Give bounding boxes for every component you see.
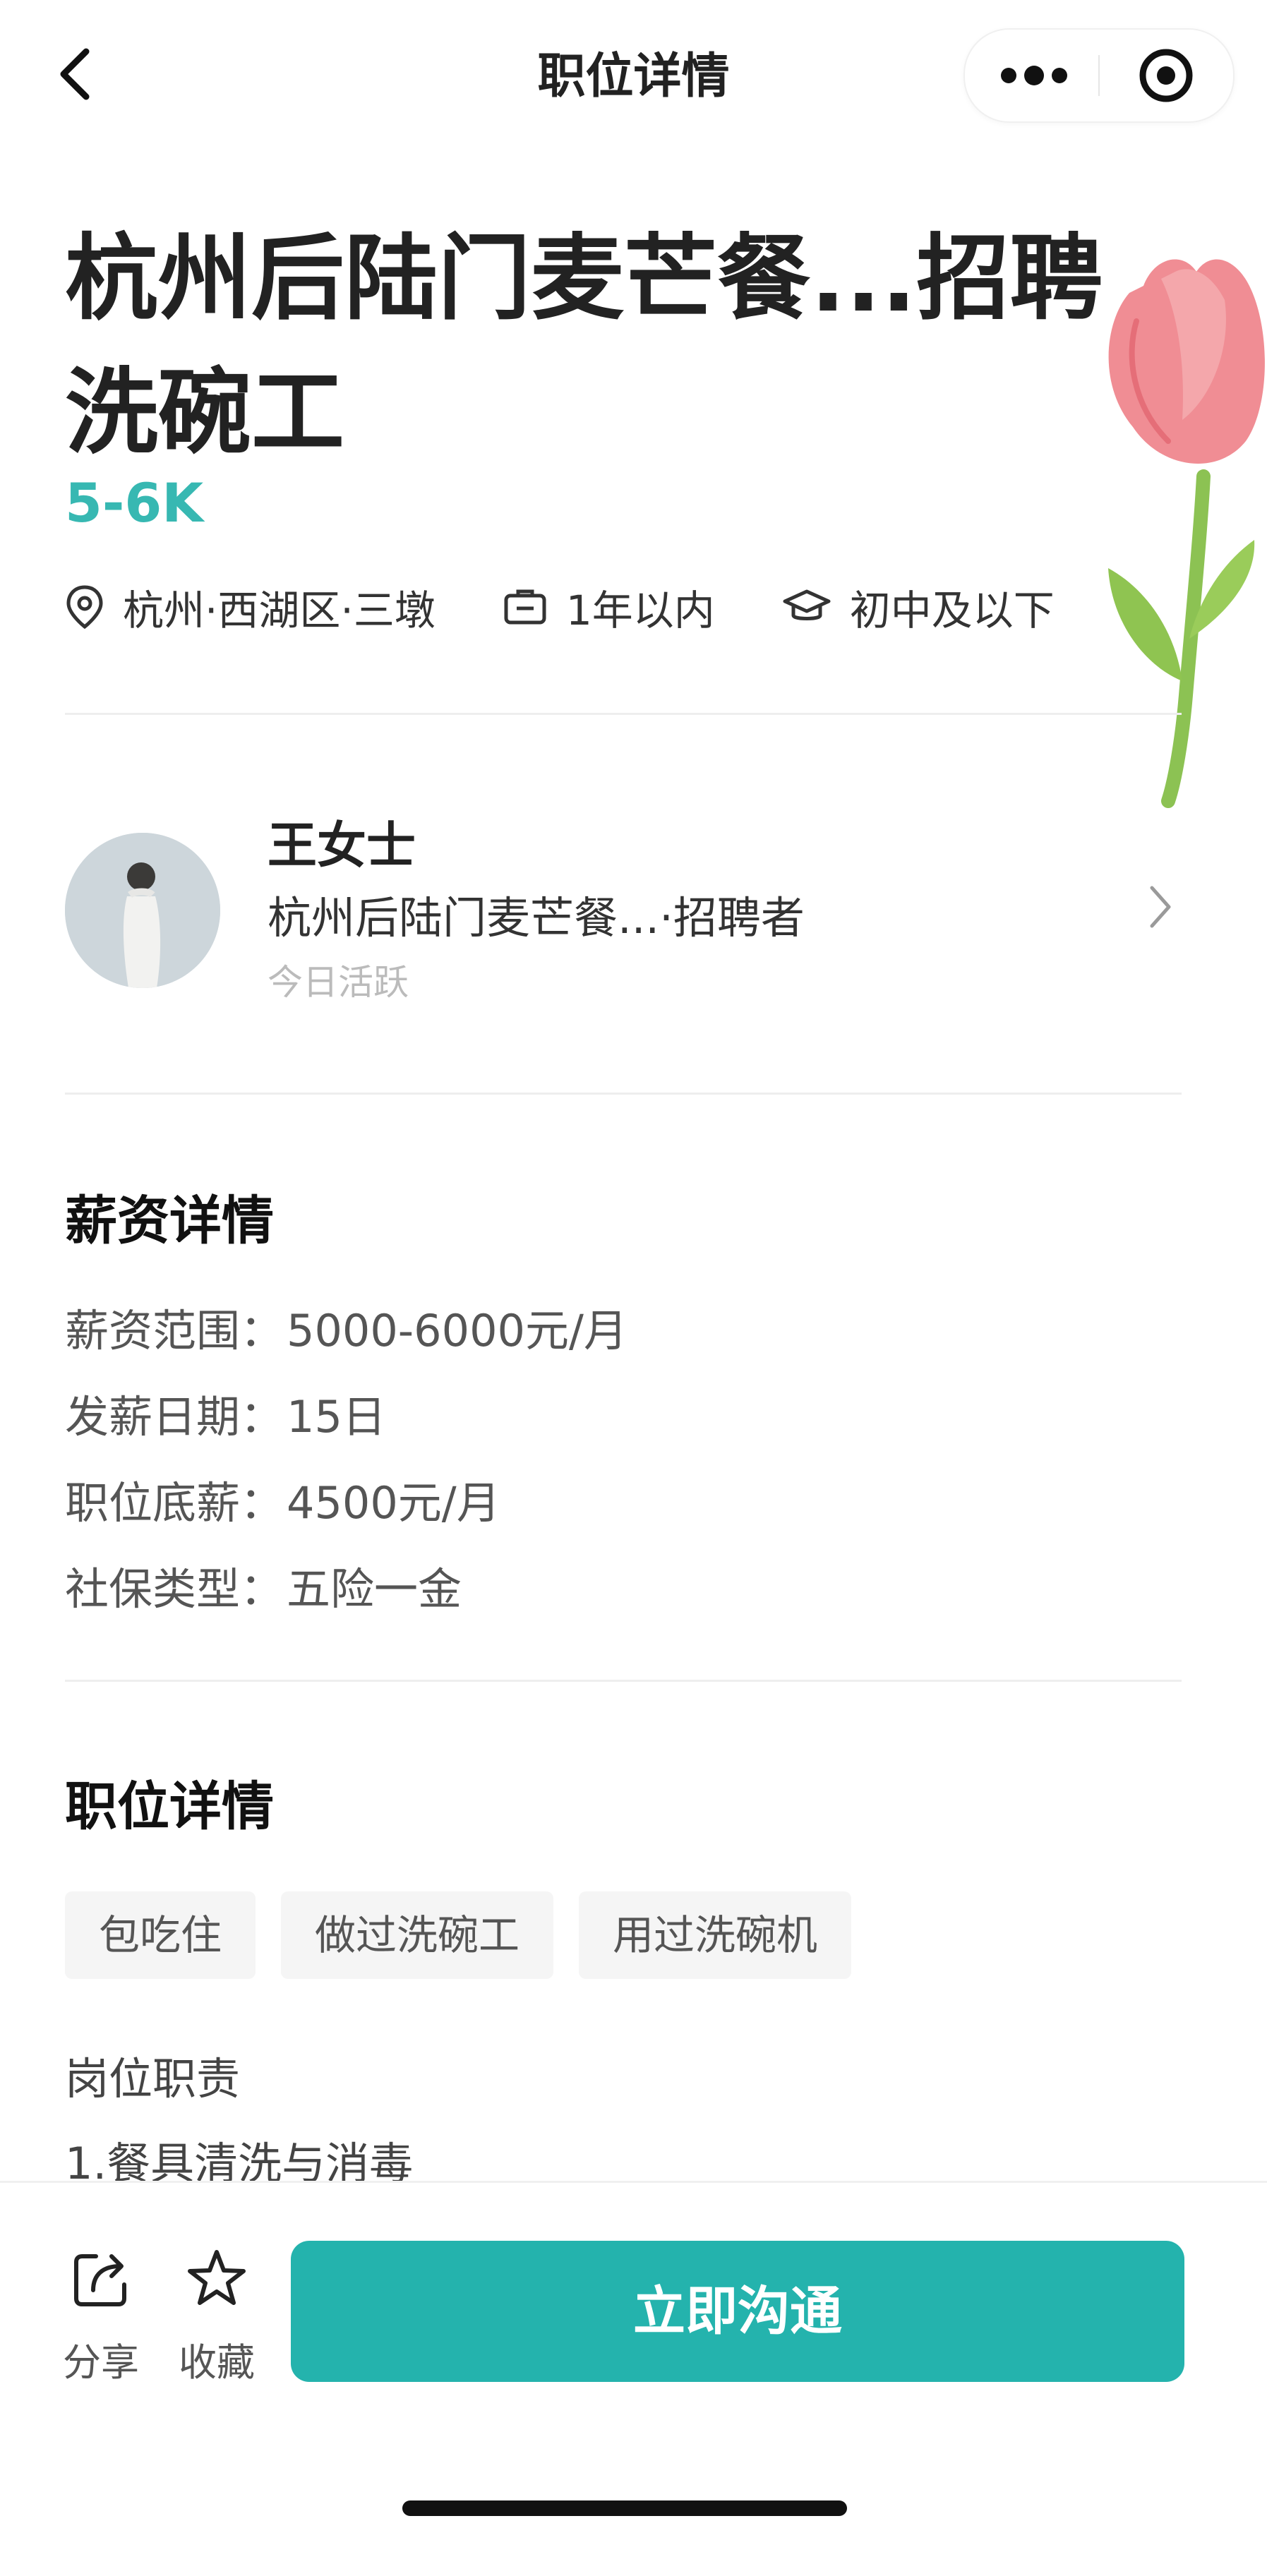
chevron-right-icon	[1150, 886, 1171, 928]
share-icon	[74, 2254, 126, 2306]
salary-detail-row: 发薪日期：15日	[65, 1391, 386, 1443]
duty-title: 岗位职责	[65, 2053, 241, 2105]
recruiter-active-status: 今日活跃	[268, 962, 409, 1003]
share-button[interactable]: 分享	[48, 2246, 154, 2387]
star-icon	[188, 2250, 246, 2305]
more-dots-icon	[1001, 66, 1067, 85]
recruiter-name: 王女士	[268, 817, 416, 874]
job-tag: 包吃住	[65, 1891, 256, 1979]
tulip-sticker-image	[1108, 259, 1265, 808]
experience-text: 1年以内	[565, 586, 715, 634]
home-indicator	[402, 2500, 847, 2516]
job-tag: 用过洗碗机	[579, 1891, 852, 1979]
experience-meta: 1年以内	[503, 577, 715, 637]
job-meta-row: 杭州·西湖区·三墩 1年以内 初中及以下	[65, 579, 1122, 635]
divider	[65, 1093, 1182, 1095]
job-title: 杭州后陆门麦芒餐...招聘洗碗工	[65, 224, 1103, 467]
divider	[65, 1680, 1182, 1682]
more-button[interactable]	[965, 30, 1099, 121]
location-pin-icon	[66, 585, 103, 630]
job-tags: 包吃住 做过洗碗工 用过洗碗机	[65, 1891, 877, 1979]
bottom-action-bar: 分享 收藏 立即沟通	[0, 2181, 1267, 2576]
recruiter-card[interactable]: 王女士 杭州后陆门麦芒餐...·招聘者 今日活跃	[65, 798, 1182, 1037]
job-detail-section-title: 职位详情	[65, 1776, 274, 1837]
education-text: 初中及以下	[849, 586, 1055, 634]
job-tag: 做过洗碗工	[281, 1891, 554, 1979]
salary-detail-row: 社保类型：五险一金	[65, 1563, 462, 1615]
collect-button[interactable]: 收藏	[164, 2246, 270, 2387]
salary-detail-list: 薪资范围：5000-6000元/月 发薪日期：15日 职位底薪：4500元/月 …	[65, 1288, 628, 1632]
avatar-photo-image	[65, 833, 220, 988]
divider	[65, 713, 1182, 715]
salary-section-title: 薪资详情	[65, 1191, 274, 1251]
salary-detail-row: 薪资范围：5000-6000元/月	[65, 1305, 628, 1356]
location-text: 杭州·西湖区·三墩	[123, 586, 436, 634]
salary-detail-row: 职位底薪：4500元/月	[65, 1477, 500, 1529]
education-meta: 初中及以下	[782, 577, 1055, 637]
chat-now-button[interactable]: 立即沟通	[291, 2241, 1184, 2382]
share-label: 分享	[63, 2340, 139, 2385]
recruiter-company: 杭州后陆门麦芒餐...·招聘者	[268, 892, 805, 944]
briefcase-icon	[504, 589, 546, 625]
target-close-icon	[1139, 49, 1193, 102]
mini-program-capsule	[963, 28, 1235, 123]
graduation-cap-icon	[783, 589, 831, 620]
job-salary: 5-6K	[65, 471, 204, 534]
location-meta: 杭州·西湖区·三墩	[65, 577, 436, 637]
collect-label: 收藏	[179, 2340, 255, 2385]
recruiter-avatar	[65, 833, 220, 988]
close-button[interactable]	[1099, 30, 1233, 121]
nav-bar: 职位详情	[0, 0, 1267, 141]
